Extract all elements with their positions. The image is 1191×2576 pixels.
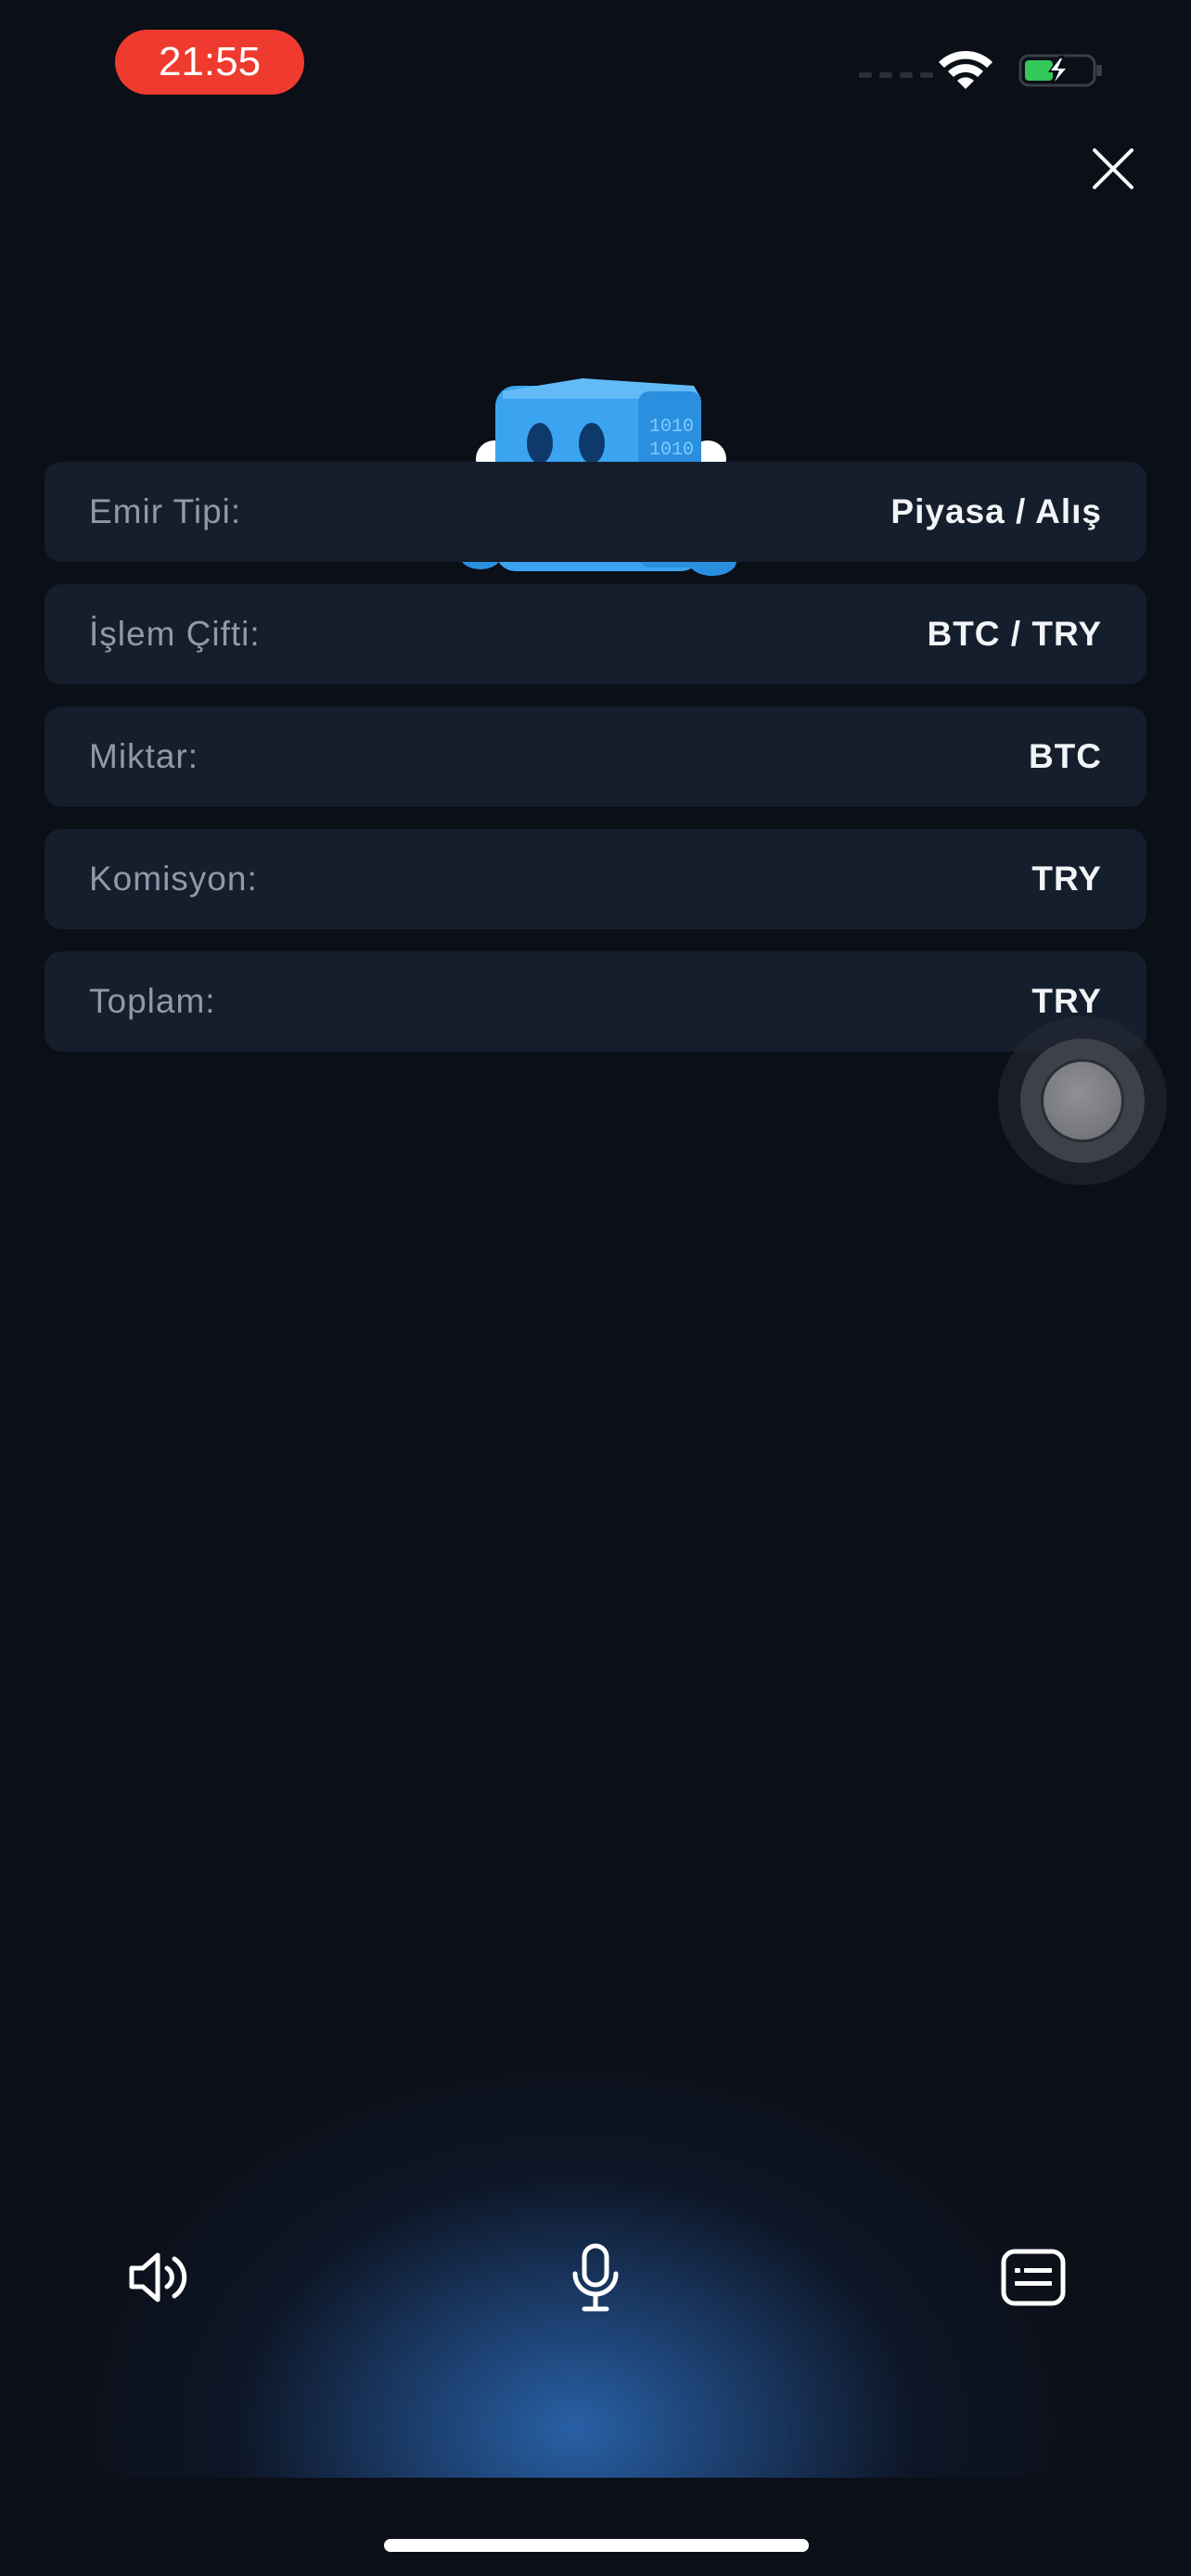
summary-row-commission: Komisyon: TRY	[45, 829, 1146, 929]
total-value: TRY	[1031, 982, 1102, 1020]
close-button[interactable]	[1083, 139, 1143, 198]
battery-charging-icon	[1018, 54, 1102, 87]
voice-glow-background	[0, 1762, 1191, 2485]
close-icon	[1093, 148, 1133, 189]
commission-label: Komisyon:	[89, 860, 258, 898]
speaker-icon	[129, 2252, 187, 2302]
keyboard-icon	[1001, 2249, 1066, 2306]
amount-value: BTC	[1028, 737, 1102, 775]
voice-assistant-screen: 21:55 1010 1010 Emir Tipi: Piyasa / Alış…	[0, 0, 1191, 2576]
assistive-touch-ring	[1020, 1039, 1145, 1163]
microphone-icon	[572, 2243, 619, 2312]
total-label: Toplam:	[89, 982, 216, 1020]
amount-label: Miktar:	[89, 737, 198, 775]
wifi-icon	[939, 50, 992, 89]
order-type-value: Piyasa / Alış	[890, 492, 1102, 530]
trading-pair-value: BTC / TRY	[927, 615, 1102, 653]
svg-text:1010: 1010	[649, 416, 694, 438]
assistive-touch-button[interactable]	[998, 1016, 1167, 1185]
home-indicator[interactable]	[384, 2539, 809, 2552]
assistive-touch-core	[1041, 1059, 1124, 1142]
trading-pair-label: İşlem Çifti:	[89, 615, 261, 653]
bottom-strip	[0, 2478, 1191, 2576]
cellular-signal-icon	[859, 72, 933, 78]
order-type-label: Emir Tipi:	[89, 492, 242, 530]
summary-row-trading-pair: İşlem Çifti: BTC / TRY	[45, 584, 1146, 684]
summary-row-total: Toplam: TRY	[45, 951, 1146, 1052]
microphone-button[interactable]	[549, 2231, 642, 2324]
keyboard-button[interactable]	[987, 2231, 1080, 2324]
status-time: 21:55	[115, 30, 304, 95]
svg-text:1010: 1010	[649, 440, 694, 461]
summary-row-order-type: Emir Tipi: Piyasa / Alış	[45, 462, 1146, 562]
commission-value: TRY	[1031, 860, 1102, 898]
summary-row-amount: Miktar: BTC	[45, 707, 1146, 807]
speaker-button[interactable]	[113, 2231, 206, 2324]
